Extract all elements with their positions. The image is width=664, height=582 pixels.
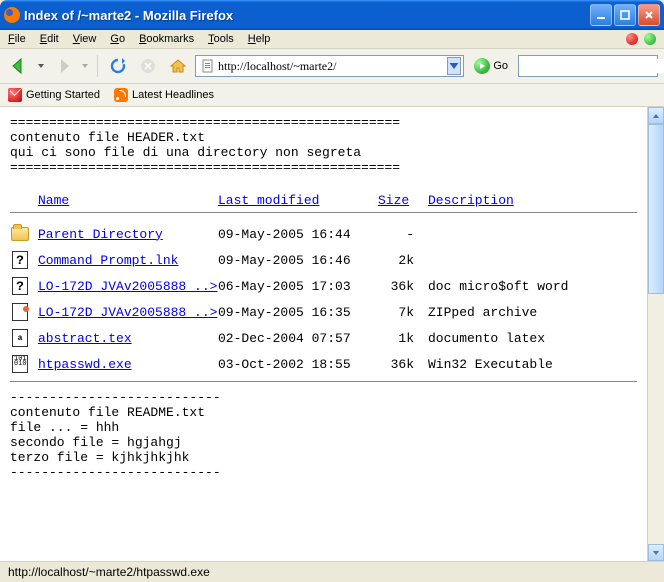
file-row: ? LO-172D JVAv2005888 ..>06-May-2005 17:0… <box>10 273 637 299</box>
file-size: 36k <box>378 279 428 294</box>
scroll-track[interactable] <box>648 294 664 544</box>
file-link[interactable]: abstract.tex <box>38 331 132 346</box>
reload-button[interactable] <box>105 53 131 79</box>
maximize-button[interactable] <box>614 4 636 26</box>
forward-dropdown[interactable] <box>80 62 90 70</box>
file-size: 1k <box>378 331 428 346</box>
search-box[interactable] <box>518 55 658 77</box>
toolbar-separator <box>97 55 98 77</box>
file-date: 02-Dec-2004 07:57 <box>218 331 378 346</box>
url-input[interactable] <box>218 59 447 74</box>
col-modified[interactable]: Last modified <box>218 193 319 208</box>
file-link[interactable]: htpasswd.exe <box>38 357 132 372</box>
back-dropdown[interactable] <box>36 62 46 70</box>
readme-text: --------------------------- contenuto fi… <box>10 390 637 480</box>
bookmarks-toolbar: Getting Started Latest Headlines <box>0 84 664 107</box>
url-bar[interactable] <box>195 55 464 77</box>
home-button[interactable] <box>165 53 191 79</box>
vertical-scrollbar[interactable] <box>647 107 664 561</box>
menu-view[interactable]: View <box>73 33 97 45</box>
status-text: http://localhost/~marte2/htpasswd.exe <box>8 565 210 579</box>
scroll-down-button[interactable] <box>648 544 664 561</box>
file-link[interactable]: Parent Directory <box>38 227 163 242</box>
bookmark-latest-headlines[interactable]: Latest Headlines <box>114 88 214 102</box>
file-date: 09-May-2005 16:35 <box>218 305 378 320</box>
file-tex-icon: a <box>10 328 30 348</box>
file-size: 2k <box>378 253 428 268</box>
header-text: ========================================… <box>10 115 637 175</box>
file-zip-icon <box>10 302 30 322</box>
go-icon <box>474 58 490 74</box>
scroll-up-button[interactable] <box>648 107 664 124</box>
window-titlebar: Index of /~marte2 - Mozilla Firefox <box>0 0 664 30</box>
file-row: ? Command Prompt.lnk 09-May-2005 16:462k <box>10 247 637 273</box>
page-content: ========================================… <box>0 107 647 561</box>
throbber-stop-icon[interactable] <box>626 33 638 45</box>
file-size: 36k <box>378 357 428 372</box>
file-date: 06-May-2005 17:03 <box>218 279 378 294</box>
page-icon <box>201 59 215 73</box>
feed-icon <box>114 88 128 102</box>
col-name[interactable]: Name <box>38 193 69 208</box>
col-description[interactable]: Description <box>428 193 514 208</box>
scroll-thumb[interactable] <box>648 124 664 294</box>
menu-bar: File Edit View Go Bookmarks Tools Help <box>0 30 664 49</box>
bookmark-label: Latest Headlines <box>132 89 214 101</box>
file-description: ZIPped archive <box>428 305 537 320</box>
file-date: 09-May-2005 16:44 <box>218 227 378 242</box>
file-row: 101010 htpasswd.exe 03-Oct-2002 18:5536kWi… <box>10 351 637 377</box>
rule <box>10 212 637 213</box>
menu-bookmarks[interactable]: Bookmarks <box>139 33 194 45</box>
url-dropdown[interactable] <box>447 57 461 75</box>
forward-button[interactable] <box>50 53 76 79</box>
file-description: Win32 Executable <box>428 357 553 372</box>
menu-file[interactable]: File <box>8 33 26 45</box>
file-date: 03-Oct-2002 18:55 <box>218 357 378 372</box>
file-size: - <box>378 227 428 242</box>
col-size[interactable]: Size <box>378 193 409 208</box>
rule <box>10 381 637 382</box>
file-link[interactable]: LO-172D JVAv2005888 ..> <box>38 279 217 294</box>
file-unknown-icon: ? <box>10 276 30 296</box>
bookmark-getting-started[interactable]: Getting Started <box>8 88 100 102</box>
close-button[interactable] <box>638 4 660 26</box>
file-link[interactable]: LO-172D JVAv2005888 ..> <box>38 305 217 320</box>
file-folder-icon <box>10 224 30 244</box>
file-link[interactable]: Command Prompt.lnk <box>38 253 178 268</box>
nav-toolbar: Go <box>0 49 664 84</box>
bookmark-label: Getting Started <box>26 89 100 101</box>
file-description: documento latex <box>428 331 545 346</box>
status-bar: http://localhost/~marte2/htpasswd.exe <box>0 561 664 582</box>
menu-go[interactable]: Go <box>110 33 125 45</box>
menu-tools[interactable]: Tools <box>208 33 234 45</box>
file-description: doc micro$oft word <box>428 279 568 294</box>
stop-button[interactable] <box>135 53 161 79</box>
throbber-go-icon[interactable] <box>644 33 656 45</box>
menu-help[interactable]: Help <box>248 33 271 45</box>
file-size: 7k <box>378 305 428 320</box>
go-label: Go <box>493 60 508 72</box>
file-row: a abstract.tex 02-Dec-2004 07:571kdocument… <box>10 325 637 351</box>
file-row: LO-172D JVAv2005888 ..>09-May-2005 16:35… <box>10 299 637 325</box>
bookmark-icon <box>8 88 22 102</box>
go-button[interactable]: Go <box>474 58 508 74</box>
menu-edit[interactable]: Edit <box>40 33 59 45</box>
file-date: 09-May-2005 16:46 <box>218 253 378 268</box>
file-unknown-icon: ? <box>10 250 30 270</box>
file-exe-icon: 101010 <box>10 354 30 374</box>
window-title: Index of /~marte2 - Mozilla Firefox <box>24 8 590 23</box>
file-row: Parent Directory 09-May-2005 16:44- <box>10 221 637 247</box>
firefox-icon <box>4 7 20 23</box>
minimize-button[interactable] <box>590 4 612 26</box>
back-button[interactable] <box>6 53 32 79</box>
search-input[interactable] <box>526 59 664 73</box>
